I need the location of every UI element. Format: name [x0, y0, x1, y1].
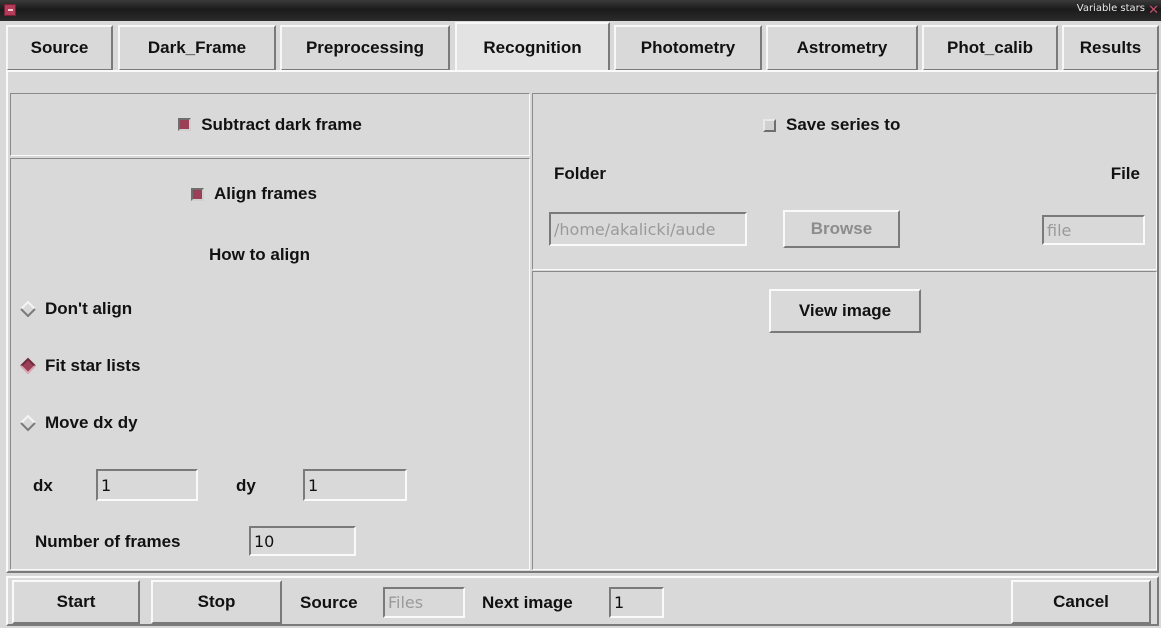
source-input[interactable]: Files — [383, 587, 465, 618]
subtract-dark-label: Subtract dark frame — [201, 114, 362, 134]
radio-move-dx-dy[interactable]: Move dx dy — [19, 413, 138, 433]
radio-selected-icon — [20, 357, 36, 375]
how-to-align-label: How to align — [209, 245, 311, 264]
browse-button[interactable]: Browse — [783, 210, 900, 248]
dx-input[interactable]: 1 — [96, 469, 198, 501]
tab-source[interactable]: Source — [6, 25, 113, 71]
window-menu-icon[interactable] — [4, 4, 16, 16]
file-label: File — [1110, 164, 1140, 183]
dx-label: dx — [33, 476, 53, 495]
file-input[interactable]: file — [1042, 215, 1145, 245]
radio-label: Fit star lists — [45, 356, 141, 375]
tab-preprocessing[interactable]: Preprocessing — [280, 25, 450, 71]
next-image-label: Next image — [482, 593, 573, 612]
title-bar: Variable stars ✕ — [0, 0, 1161, 21]
checkbox-unchecked-icon — [763, 118, 776, 132]
radio-label: Don't align — [45, 299, 133, 318]
radio-unselected-icon — [20, 414, 36, 432]
window-title: Variable stars — [1076, 3, 1145, 14]
tab-phot-calib[interactable]: Phot_calib — [922, 25, 1058, 71]
folder-input[interactable]: /home/akalicki/aude — [549, 212, 747, 246]
checkbox-checked-icon — [191, 187, 204, 201]
folder-label: Folder — [554, 164, 606, 183]
radio-fit-star-lists[interactable]: Fit star lists — [19, 356, 140, 376]
tab-photometry[interactable]: Photometry — [614, 25, 762, 71]
start-button[interactable]: Start — [12, 580, 140, 624]
save-series-checkbox[interactable]: Save series to — [763, 115, 900, 135]
align-frames-checkbox[interactable]: Align frames — [191, 184, 317, 204]
save-series-panel: Save series to Folder File /home/akalick… — [532, 93, 1157, 270]
checkbox-checked-icon — [178, 118, 192, 131]
tab-recognition[interactable]: Recognition — [455, 22, 610, 72]
align-frames-label: Align frames — [214, 184, 317, 203]
dy-input[interactable]: 1 — [303, 469, 407, 501]
save-series-label: Save series to — [786, 115, 901, 134]
source-label: Source — [300, 593, 358, 612]
dark-frame-panel: Subtract dark frame — [10, 93, 530, 156]
tab-astrometry[interactable]: Astrometry — [766, 25, 918, 71]
stop-button[interactable]: Stop — [151, 580, 282, 624]
number-of-frames-label: Number of frames — [35, 532, 181, 551]
close-icon[interactable]: ✕ — [1148, 2, 1159, 17]
number-of-frames-input[interactable]: 10 — [249, 526, 356, 556]
view-panel: View image — [532, 271, 1157, 570]
tab-dark-frame[interactable]: Dark_Frame — [118, 25, 276, 71]
dy-label: dy — [236, 476, 256, 495]
next-image-input[interactable]: 1 — [609, 587, 664, 618]
radio-dont-align[interactable]: Don't align — [19, 299, 132, 319]
radio-label: Move dx dy — [45, 413, 138, 432]
radio-unselected-icon — [20, 300, 36, 318]
align-panel: Align frames How to align Don't align Fi… — [10, 158, 530, 570]
subtract-dark-checkbox[interactable]: Subtract dark frame — [11, 94, 529, 155]
cancel-button[interactable]: Cancel — [1011, 580, 1151, 624]
tab-results[interactable]: Results — [1062, 25, 1159, 71]
view-image-button[interactable]: View image — [769, 289, 921, 333]
